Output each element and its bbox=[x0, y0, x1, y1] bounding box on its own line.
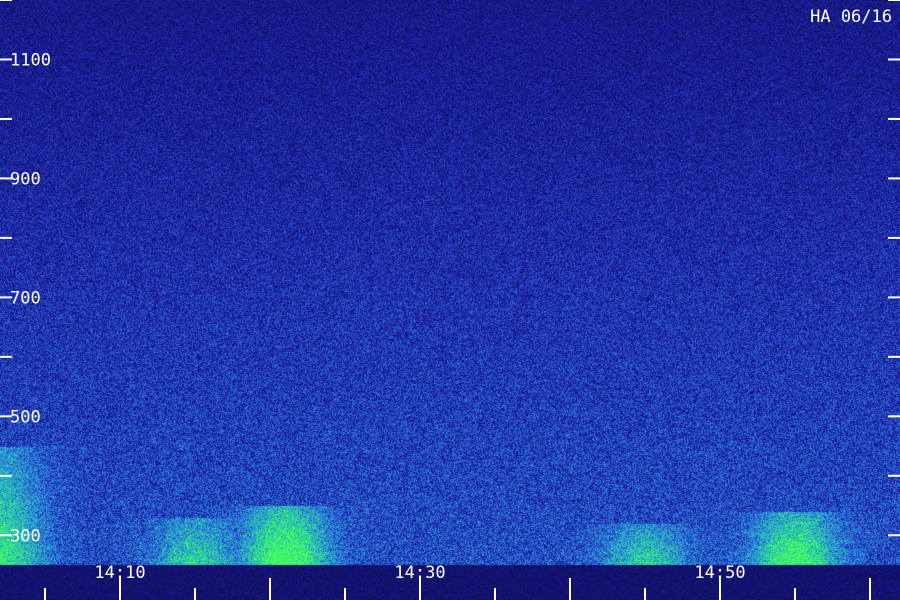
spectrogram-frame: 300 500 700 900 1100 14:10 14:30 14:50 HA 06/1… bbox=[0, 0, 900, 600]
x-tick-label: 14:50 bbox=[694, 563, 745, 583]
y-tick-label: 300 bbox=[10, 526, 41, 546]
x-axis: 14:10 14:30 14:50 bbox=[44, 563, 871, 600]
y-tick-label: 500 bbox=[10, 407, 41, 427]
x-tick-label: 14:30 bbox=[394, 563, 445, 583]
y-tick-label: 1100 bbox=[10, 50, 51, 70]
x-tick-label: 14:10 bbox=[94, 563, 145, 583]
y-axis: 300 500 700 900 1100 bbox=[0, 0, 900, 546]
chart-title: HA 06/16 bbox=[810, 7, 892, 27]
axes-layer: 300 500 700 900 1100 14:10 14:30 14:50 HA 06/1… bbox=[0, 0, 900, 600]
y-tick-label: 900 bbox=[10, 169, 41, 189]
y-tick-label: 700 bbox=[10, 288, 41, 308]
